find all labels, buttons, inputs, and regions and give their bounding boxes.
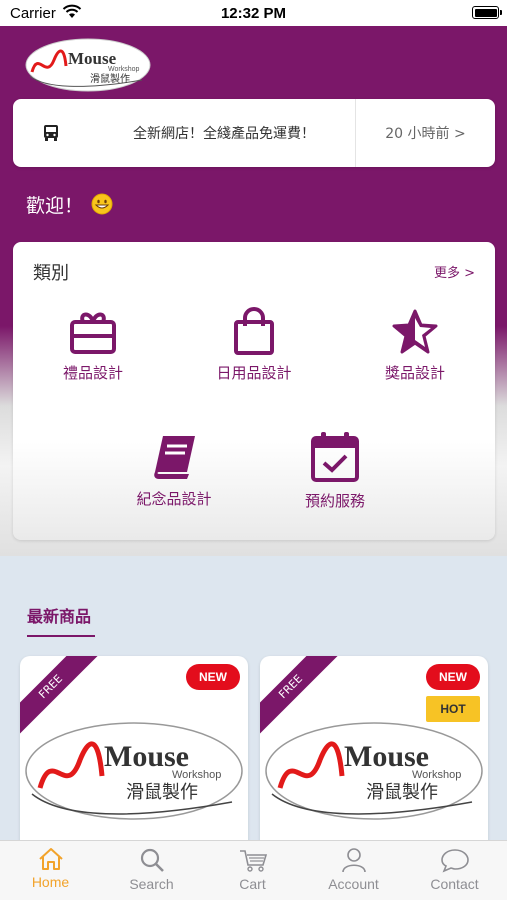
tab-label: Search bbox=[129, 876, 174, 892]
search-icon bbox=[140, 848, 164, 872]
battery-icon bbox=[472, 6, 502, 19]
category-label: 預約服務 bbox=[304, 492, 365, 510]
logo-chinese: 滑鼠製作 bbox=[90, 72, 130, 85]
welcome-message: 歡迎！ bbox=[26, 191, 113, 218]
tab-label: Home bbox=[31, 874, 70, 890]
status-time: 12:32 PM bbox=[220, 5, 287, 22]
categories-title: 類別 bbox=[33, 263, 69, 284]
category-daily-goods-design[interactable]: 日用品設計 bbox=[196, 306, 312, 383]
product-card[interactable]: FREE NEW Mouse Workshop 滑鼠製作 bbox=[20, 656, 248, 856]
category-label: 紀念品設計 bbox=[136, 490, 212, 508]
category-award-design[interactable]: 獎品設計 bbox=[357, 308, 473, 383]
tab-label: Cart bbox=[239, 876, 266, 892]
shopping-bag-icon bbox=[234, 307, 274, 355]
new-badge: NEW bbox=[186, 664, 240, 690]
tab-home[interactable]: Home bbox=[0, 847, 101, 890]
announcement-banner[interactable]: 全新網店！全綫產品免運費！ 20 小時前 > bbox=[13, 99, 495, 167]
logo-sub: Workshop bbox=[108, 66, 139, 73]
status-bar: Carrier 12:32 PM bbox=[0, 0, 507, 26]
bottom-tab-bar: Home Search Cart Account Contact bbox=[0, 840, 507, 900]
gift-icon bbox=[70, 312, 116, 354]
tab-label: Contact bbox=[430, 876, 479, 892]
tab-account[interactable]: Account bbox=[303, 847, 404, 892]
announcement-text: 全新網店！全綫產品免運費！ bbox=[133, 126, 315, 142]
product-logo-sub: Workshop bbox=[412, 769, 461, 781]
new-products-underline bbox=[27, 635, 95, 637]
product-image: Mouse Workshop 滑鼠製作 bbox=[265, 722, 483, 820]
product-logo-chinese: 滑鼠製作 bbox=[366, 782, 438, 803]
category-gift-design[interactable]: 禮品設計 bbox=[35, 310, 151, 383]
category-souvenir-design[interactable]: 紀念品設計 bbox=[116, 432, 232, 509]
calendar-check-icon bbox=[311, 432, 359, 482]
book-icon bbox=[154, 436, 195, 479]
category-label: 日用品設計 bbox=[216, 364, 292, 382]
product-card[interactable]: FREE NEW HOT Mouse Workshop 滑鼠製作 bbox=[260, 656, 488, 856]
tab-search[interactable]: Search bbox=[101, 847, 202, 892]
cart-icon bbox=[239, 850, 267, 872]
product-image: Mouse Workshop 滑鼠製作 bbox=[25, 722, 243, 820]
bus-icon bbox=[43, 124, 59, 146]
product-logo-sub: Workshop bbox=[172, 769, 221, 781]
welcome-text: 歡迎！ bbox=[26, 195, 84, 217]
announcement-time-link[interactable]: 20 小時前 > bbox=[356, 123, 495, 143]
category-booking-service[interactable]: 預約服務 bbox=[277, 430, 393, 511]
mouse-workshop-logo: Mouse Workshop 滑鼠製作 bbox=[25, 38, 151, 92]
tab-cart[interactable]: Cart bbox=[202, 847, 303, 892]
grinning-emoji-icon bbox=[91, 193, 113, 215]
product-logo-chinese: 滑鼠製作 bbox=[126, 782, 198, 803]
new-badge: NEW bbox=[426, 664, 480, 690]
category-label: 獎品設計 bbox=[384, 364, 445, 382]
home-icon bbox=[38, 848, 63, 870]
chat-icon bbox=[440, 849, 469, 873]
tab-contact[interactable]: Contact bbox=[404, 847, 505, 892]
tab-label: Account bbox=[328, 876, 379, 892]
star-icon bbox=[392, 309, 438, 354]
new-products-title: 最新商品 bbox=[27, 607, 92, 626]
categories-more-link[interactable]: 更多 > bbox=[434, 262, 475, 281]
categories-card: 類別 更多 > 禮品設計 日用品設計 獎品設計 紀念品設計 預約服務 bbox=[13, 242, 495, 540]
account-icon bbox=[341, 848, 366, 873]
category-label: 禮品設計 bbox=[62, 364, 123, 382]
